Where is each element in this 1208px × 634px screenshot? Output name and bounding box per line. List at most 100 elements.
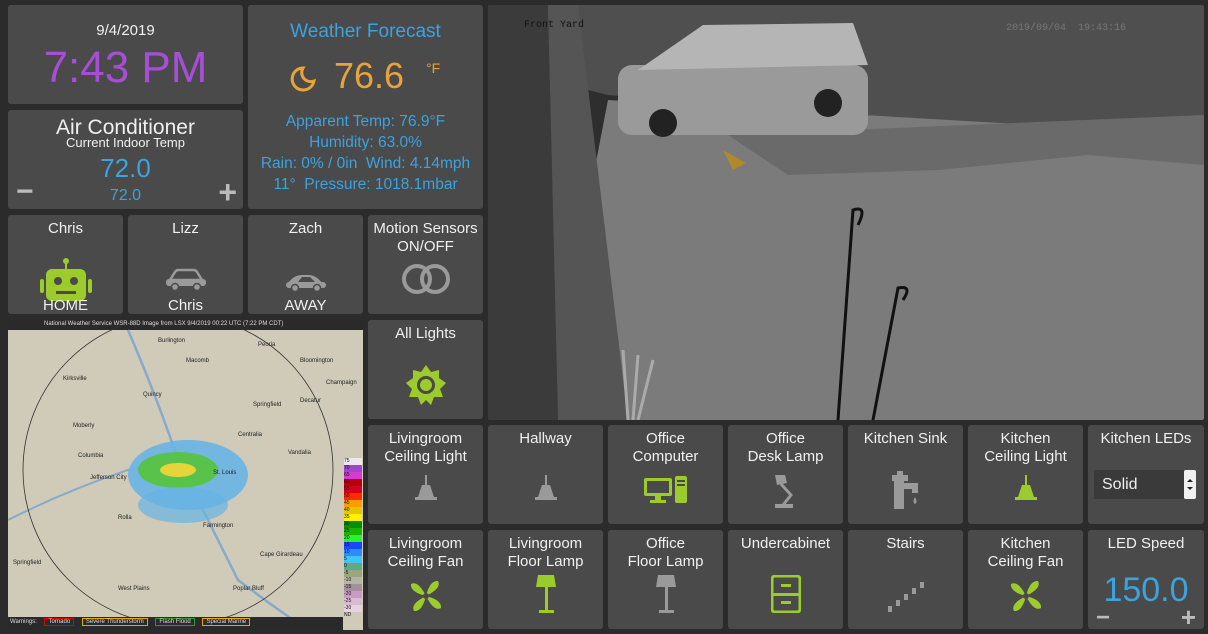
presence-tile-zach[interactable]: Zach AWAY [248,215,363,314]
tile-label-line1: Kitchen Sink [863,430,948,447]
livingroom-ceiling-light-tile[interactable]: Livingroom Ceiling Light [368,425,483,524]
tile-label-line2: Ceiling Light [984,448,1067,465]
office-computer-tile[interactable]: Office Computer [608,425,723,524]
kitchen-sink-tile[interactable]: Kitchen Sink [848,425,963,524]
fan-icon [1010,580,1041,612]
camera-label: Front Yard [524,20,585,31]
led-mode-dropdown-arrow[interactable] [1184,470,1196,499]
office-desk-lamp-tile[interactable]: Office Desk Lamp [728,425,843,524]
ac-plus-button[interactable]: + [218,176,237,208]
led-speed-plus-button[interactable]: + [1181,604,1196,629]
thunderstorm-warning: Severe Thunderstorm [81,618,148,626]
legend-entry: -10 [344,577,362,584]
city-label: Burlington [158,338,186,344]
cabinet-icon [770,575,801,613]
city-label: West Plains [118,586,150,592]
weather-unit: °F [426,60,441,76]
city-label: St. Louis [213,470,237,476]
weather-radar[interactable]: National Weather Service WSR-88D Image f… [8,320,363,630]
ac-minus-button[interactable]: − [16,177,34,207]
humidity: Humidity: 63.0% [309,134,422,151]
clock-tile: 9/4/2019 7:43 PM [8,5,243,104]
all-lights-tile[interactable]: All Lights [368,320,483,419]
flash-flood-warning: Flash Flood [155,618,195,626]
legend-entry: 50 [344,493,362,500]
presence-tile-chris[interactable]: Chris HOME [8,215,123,314]
city-label: Peoria [258,342,276,348]
tile-label-line2: Floor Lamp [627,553,704,570]
led-mode-value: Solid [1102,476,1138,493]
indoor-temp: 72.0 [100,153,151,183]
stairs-icon [887,582,924,612]
city-label: Macomb [186,358,210,364]
tile-label-line1: Office [646,535,685,552]
tile-label-line1: Livingroom [388,535,463,552]
ceiling-light-icon [1014,475,1037,500]
led-speed-tile[interactable]: LED Speed 150.0 − + [1088,530,1204,629]
radar-map [8,320,363,630]
fan-icon [410,580,441,612]
city-label: Springfield [253,402,282,408]
legend-entry: 40 [344,507,362,514]
legend-entry: ND [344,612,362,619]
tile-label-line1: Kitchen [1000,535,1051,552]
legend-entry: 15 [344,542,362,549]
kitchen-ceiling-light-tile[interactable]: Kitchen Ceiling Light [968,425,1083,524]
ceiling-light-icon [534,475,557,500]
air-conditioner-tile[interactable]: Air Conditioner Current Indoor Temp 72.0… [8,110,243,209]
legend-entry: 75 [344,458,362,465]
city-label: Bloomington [300,358,334,364]
tile-label-line1: Livingroom [388,430,463,447]
rain-wind: Rain: 0% / 0in Wind: 4.14mph [260,155,471,172]
kitchen-leds-tile[interactable]: Kitchen LEDs Solid [1088,425,1204,524]
tile-label-line1: Office [646,430,685,447]
motion-title-line2: ON/OFF [397,238,454,255]
livingroom-ceiling-fan-tile[interactable]: Livingroom Ceiling Fan [368,530,483,629]
car-icon [165,268,206,290]
undercabinet-tile[interactable]: Undercabinet [728,530,843,629]
ac-subtitle: Current Indoor Temp [66,135,185,150]
led-mode-select[interactable]: Solid [1094,470,1184,499]
stairs-tile[interactable]: Stairs [848,530,963,629]
weather-tile: Weather Forecast 76.6 °F Apparent Temp: … [248,5,483,209]
legend-entry: -30 [344,605,362,612]
city-label: Champaign [326,380,357,386]
led-speed-minus-button[interactable]: − [1096,606,1110,630]
radar-warnings-bar: Warnings: Tornado Severe Thunderstorm Fl… [10,618,251,626]
tile-label-line1: Livingroom [508,535,583,552]
ceiling-light-icon [414,475,437,500]
presence-name: Chris [47,220,83,237]
tornado-warning: Tornado [44,618,75,626]
tile-label-line2: Ceiling Fan [387,553,464,570]
faucet-icon [891,471,918,509]
tile-label-line2: Desk Lamp [747,448,824,465]
marine-warning: Special Marine [202,618,251,626]
tile-label-line1: Stairs [886,535,925,552]
tile-label-line2: Computer [632,448,699,465]
livingroom-floor-lamp-tile[interactable]: Livingroom Floor Lamp [488,530,603,629]
tile-label-line1: Kitchen [1000,430,1051,447]
legend-entry: -5 [344,570,362,577]
city-label: Quincy [143,392,162,398]
all-lights-title: All Lights [395,325,456,342]
legend-entry: 0 [344,563,362,570]
legend-entry: 10 [344,549,362,556]
tile-label-line1: Hallway [519,430,572,447]
kitchen-ceiling-fan-tile[interactable]: Kitchen Ceiling Fan [968,530,1083,629]
city-label: Decatur [300,398,322,404]
floor-lamp-icon [655,575,676,613]
city-label: Centralia [238,432,263,438]
apparent-temp: Apparent Temp: 76.9°F [285,113,446,130]
presence-status: HOME [43,297,88,314]
office-floor-lamp-tile[interactable]: Office Floor Lamp [608,530,723,629]
motion-sensors-tile[interactable]: Motion Sensors ON/OFF [368,215,483,314]
city-label: Springfield [13,560,42,566]
sun-icon [405,365,446,405]
car-icon [285,275,326,292]
hallway-light-tile[interactable]: Hallway [488,425,603,524]
presence-tile-lizz[interactable]: Lizz Chris [128,215,243,314]
front-yard-camera[interactable]: Front Yard 2019/09/04 19:43:16 [488,5,1204,420]
camera-timestamp: 2019/09/04 19:43:16 [1006,23,1127,34]
legend-entry: 25 [344,528,362,535]
presence-name: Lizz [172,220,199,237]
